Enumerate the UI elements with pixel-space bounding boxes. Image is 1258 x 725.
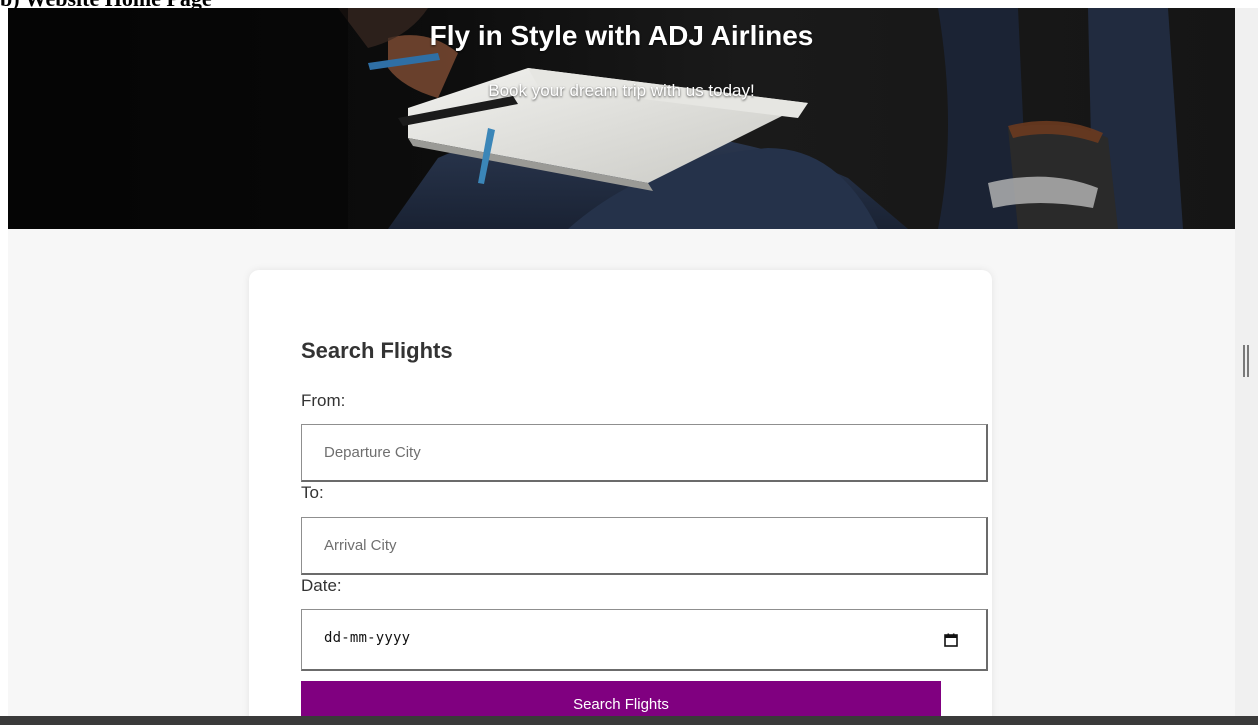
to-label: To: <box>301 483 324 502</box>
date-input-placeholder: dd-mm-yyyy <box>324 630 411 646</box>
search-flights-title: Search Flights <box>301 338 453 363</box>
document-section-heading: b) Website Home Page <box>0 0 212 8</box>
search-flights-card: Search Flights From: To: Date: dd-mm-yyy… <box>249 270 992 716</box>
hero-title: Fly in Style with ADJ Airlines <box>429 20 814 51</box>
date-label: Date: <box>301 576 342 595</box>
web-viewport: Fly in Style with ADJ Airlines Book your… <box>8 8 1235 716</box>
hero-subtitle: Book your dream trip with us today! <box>488 81 755 100</box>
departure-city-input[interactable] <box>301 424 988 482</box>
date-input[interactable]: dd-mm-yyyy <box>301 609 988 671</box>
from-label: From: <box>301 391 346 410</box>
document-strip: b) Website Home Page <box>0 0 1258 8</box>
window-bottom-edge <box>0 716 1258 725</box>
search-flights-button[interactable]: Search Flights <box>301 681 941 716</box>
browser-page: b) Website Home Page <box>0 0 1258 725</box>
vertical-scrollbar[interactable] <box>1235 8 1258 716</box>
arrival-city-input[interactable] <box>301 517 988 575</box>
calendar-icon[interactable] <box>944 633 958 647</box>
scrollbar-grip-icon[interactable] <box>1243 345 1250 377</box>
hero-banner: Fly in Style with ADJ Airlines Book your… <box>8 8 1235 229</box>
